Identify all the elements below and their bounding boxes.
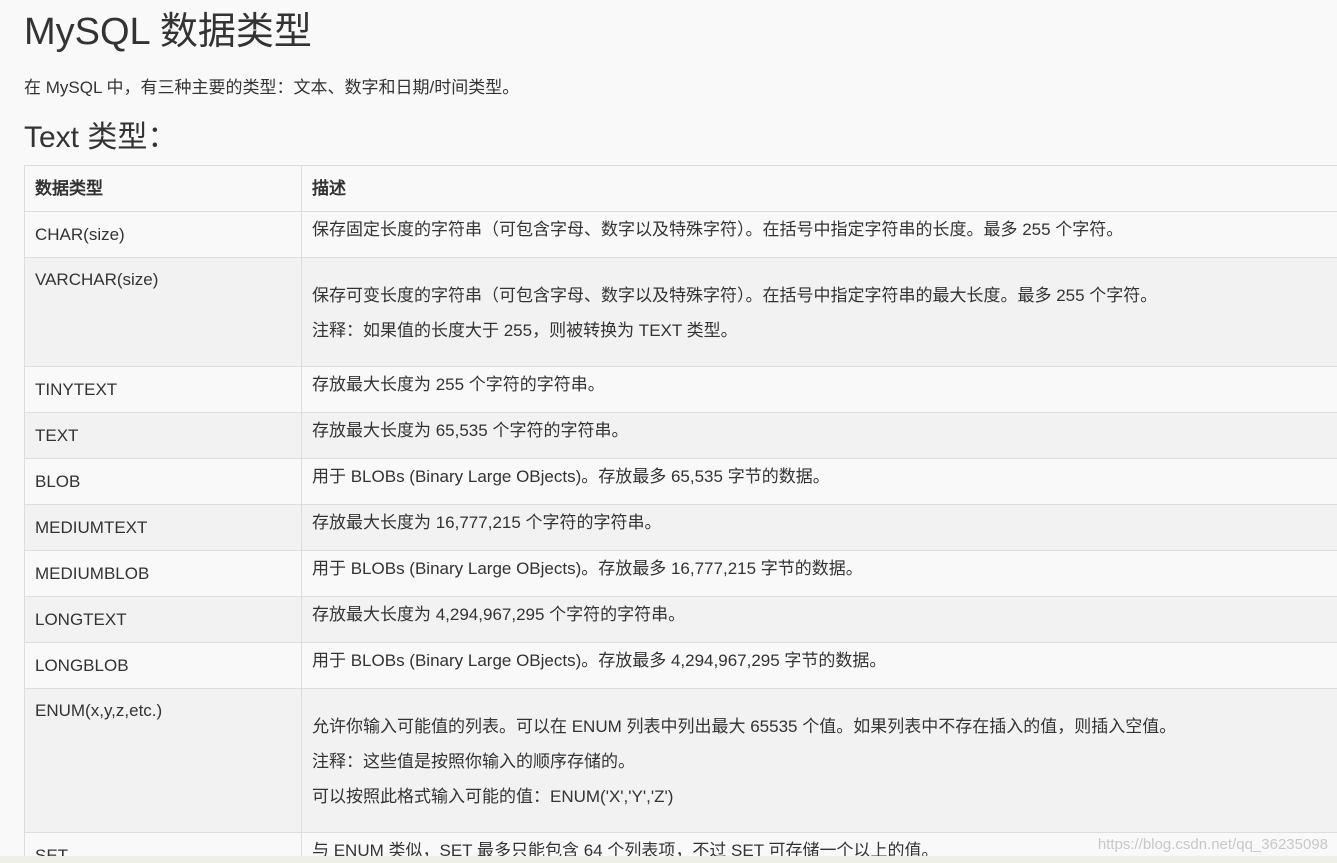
description-line: 保存固定长度的字符串（可包含字母、数字以及特殊字符）。在括号中指定字符串的长度。…: [312, 220, 1124, 239]
description-line: 存放最大长度为 255 个字符的字符串。: [312, 375, 605, 394]
cell-description: 用于 BLOBs (Binary Large OBjects)。存放最多 65,…: [301, 458, 1337, 505]
cell-data-type: CHAR(size): [24, 211, 302, 258]
cell-description: 存放最大长度为 255 个字符的字符串。: [301, 366, 1337, 413]
cell-data-type: MEDIUMTEXT: [24, 504, 302, 551]
cell-data-type: VARCHAR(size): [24, 257, 302, 367]
table-row: MEDIUMBLOB 用于 BLOBs (Binary Large OBjects…: [24, 550, 1337, 597]
cell-description: 用于 BLOBs (Binary Large OBjects)。存放最多 16,…: [301, 550, 1337, 597]
table-row: ENUM(x,y,z,etc.) 允许你输入可能值的列表。可以在 ENUM 列表中…: [24, 688, 1337, 833]
description-line: 可以按照此格式输入可能的值：ENUM('X','Y','Z'): [312, 787, 674, 806]
description-line: 注释：这些值是按照你输入的顺序存储的。: [312, 752, 635, 771]
data-types-table: 数据类型 描述 CHAR(size) 保存固定长度的字符串（可包含字母、数字以及特…: [24, 165, 1337, 863]
cell-data-type: TEXT: [24, 412, 302, 459]
description-line: 允许你输入可能值的列表。可以在 ENUM 列表中列出最大 65535 个值。如果…: [312, 717, 1177, 736]
cell-description: 保存固定长度的字符串（可包含字母、数字以及特殊字符）。在括号中指定字符串的长度。…: [301, 211, 1337, 258]
cell-description: 保存可变长度的字符串（可包含字母、数字以及特殊字符）。在括号中指定字符串的最大长…: [301, 257, 1337, 367]
table-row: TEXT 存放最大长度为 65,535 个字符的字符串。: [24, 412, 1337, 459]
description-line: 用于 BLOBs (Binary Large OBjects)。存放最多 16,…: [312, 559, 863, 578]
description-line: 保存可变长度的字符串（可包含字母、数字以及特殊字符）。在括号中指定字符串的最大长…: [312, 286, 1158, 305]
table-row: TINYTEXT 存放最大长度为 255 个字符的字符串。: [24, 366, 1337, 413]
section-title: Text 类型：: [24, 121, 178, 154]
cell-description: 存放最大长度为 65,535 个字符的字符串。: [301, 412, 1337, 459]
table-row: VARCHAR(size) 保存可变长度的字符串（可包含字母、数字以及特殊字符）。…: [24, 257, 1337, 367]
description-line: 存放最大长度为 65,535 个字符的字符串。: [312, 421, 629, 440]
cell-description: 允许你输入可能值的列表。可以在 ENUM 列表中列出最大 65535 个值。如果…: [301, 688, 1337, 833]
table-row: MEDIUMTEXT 存放最大长度为 16,777,215 个字符的字符串。: [24, 504, 1337, 551]
cell-description: 用于 BLOBs (Binary Large OBjects)。存放最多 4,2…: [301, 642, 1337, 689]
cell-data-type: LONGBLOB: [24, 642, 302, 689]
bottom-bar: [0, 856, 1337, 863]
cell-data-type: LONGTEXT: [24, 596, 302, 643]
description-line: 存放最大长度为 4,294,967,295 个字符的字符串。: [312, 605, 686, 624]
cell-data-type: ENUM(x,y,z,etc.): [24, 688, 302, 833]
cell-data-type: TINYTEXT: [24, 366, 302, 413]
header-data-type: 数据类型: [24, 165, 302, 212]
page: MySQL 数据类型 在 MySQL 中，有三种主要的类型：文本、数字和日期/时…: [0, 0, 1337, 863]
table-body: CHAR(size) 保存固定长度的字符串（可包含字母、数字以及特殊字符）。在括号…: [24, 211, 1337, 863]
watermark: https://blog.csdn.net/qq_36235098: [1097, 836, 1328, 853]
description-line: 用于 BLOBs (Binary Large OBjects)。存放最多 4,2…: [312, 651, 887, 670]
description-line: 注释：如果值的长度大于 255，则被转换为 TEXT 类型。: [312, 321, 738, 340]
cell-description: 存放最大长度为 4,294,967,295 个字符的字符串。: [301, 596, 1337, 643]
description-line: 存放最大长度为 16,777,215 个字符的字符串。: [312, 513, 662, 532]
cell-data-type: BLOB: [24, 458, 302, 505]
header-description: 描述: [301, 165, 1337, 212]
table-header-row: 数据类型 描述: [24, 165, 1337, 212]
cell-data-type: MEDIUMBLOB: [24, 550, 302, 597]
table-row: CHAR(size) 保存固定长度的字符串（可包含字母、数字以及特殊字符）。在括号…: [24, 211, 1337, 258]
intro-text: 在 MySQL 中，有三种主要的类型：文本、数字和日期/时间类型。: [24, 78, 520, 97]
data-types-table-wrapper: 数据类型 描述 CHAR(size) 保存固定长度的字符串（可包含字母、数字以及特…: [24, 165, 1337, 863]
page-title: MySQL 数据类型: [24, 11, 312, 53]
table-row: LONGBLOB 用于 BLOBs (Binary Large OBjects)。…: [24, 642, 1337, 689]
cell-description: 存放最大长度为 16,777,215 个字符的字符串。: [301, 504, 1337, 551]
table-row: BLOB 用于 BLOBs (Binary Large OBjects)。存放最多…: [24, 458, 1337, 505]
description-line: 用于 BLOBs (Binary Large OBjects)。存放最多 65,…: [312, 467, 830, 486]
table-row: LONGTEXT 存放最大长度为 4,294,967,295 个字符的字符串。: [24, 596, 1337, 643]
